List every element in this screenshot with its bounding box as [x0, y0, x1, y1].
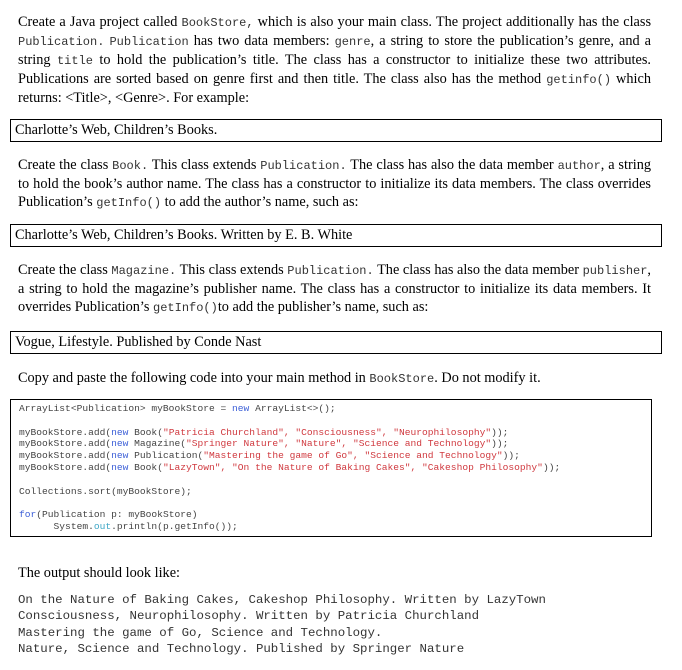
code-term: getInfo()	[96, 196, 162, 210]
code-line: System.out.println(p.getInfo());	[19, 520, 238, 532]
code-line: myBookStore.add(new Magazine("Springer N…	[19, 438, 509, 450]
text: to add the author’s name, such as:	[161, 194, 359, 210]
code-line: myBookStore.add(new Book("Patricia Churc…	[19, 426, 509, 438]
code-line: for(Publication p: myBookStore)	[19, 509, 198, 521]
output-intro-paragraph: The output should look like:	[18, 565, 181, 581]
code-term: author	[557, 159, 601, 173]
code-term: Publication	[109, 35, 189, 49]
expected-output: On the Nature of Baking Cakes, Cakeshop …	[18, 592, 546, 658]
code-term: title	[56, 54, 93, 68]
text: to add the publisher’s name, such as:	[217, 299, 429, 315]
code-term: Magazine.	[111, 264, 177, 278]
text: The class has also the data member	[346, 157, 558, 173]
code-term: Publication.	[18, 35, 105, 49]
code-line: myBookStore.add(new Publication("Masteri…	[19, 450, 520, 462]
code-term: getinfo()	[546, 73, 612, 87]
text: which is also your main class. The proje…	[253, 14, 652, 30]
code-term: Publication.	[260, 159, 347, 173]
code-line: Collections.sort(myBookStore);	[19, 485, 192, 497]
code-term: getInfo()	[153, 301, 218, 315]
example-box-magazine: Vogue, Lifestyle. Published by Conde Nas…	[10, 331, 662, 354]
output-line: On the Nature of Baking Cakes, Cakeshop …	[18, 593, 546, 607]
code-line: myBookStore.add(new Book("LazyTown", "On…	[19, 461, 561, 473]
output-line: Mastering the game of Go, Science and Te…	[18, 625, 383, 640]
code-block[interactable]: ArrayList<Publication> myBookStore = new…	[10, 399, 652, 537]
code-term: genre	[334, 35, 371, 49]
code-line: ArrayList<Publication> myBookStore = new…	[19, 403, 336, 414]
copy-code-paragraph: Copy and paste the following code into y…	[18, 369, 541, 388]
text: This class extends	[148, 157, 261, 173]
text: The class has also the data member	[373, 262, 583, 278]
magazine-class-paragraph: Create the class Magazine. This class ex…	[18, 261, 651, 317]
code-term: Book.	[112, 159, 149, 173]
output-line: Nature, Science and Technology. Publishe…	[18, 642, 465, 657]
text: Create the class	[18, 262, 112, 278]
code-term: publisher	[582, 264, 648, 278]
text: has two data members:	[188, 33, 335, 49]
text: Create a Java project called	[18, 14, 182, 30]
code-term: Publication.	[287, 264, 374, 278]
code-term: BookStore	[369, 372, 435, 386]
text: . Do not modify it.	[434, 370, 541, 386]
intro-paragraph: Create a Java project called BookStore, …	[18, 13, 651, 107]
code-term: BookStore,	[181, 16, 254, 30]
example-box-book: Charlotte’s Web, Children’s Books. Writt…	[10, 224, 662, 247]
text: Create the class	[18, 157, 113, 173]
book-class-paragraph: Create the class Book. This class extend…	[18, 156, 651, 212]
example-box-publication: Charlotte’s Web, Children’s Books.	[10, 119, 662, 142]
output-line: Consciousness, Neurophilosophy. Written …	[18, 609, 480, 624]
text: This class extends	[176, 262, 288, 278]
text: Copy and paste the following code into y…	[18, 370, 370, 386]
